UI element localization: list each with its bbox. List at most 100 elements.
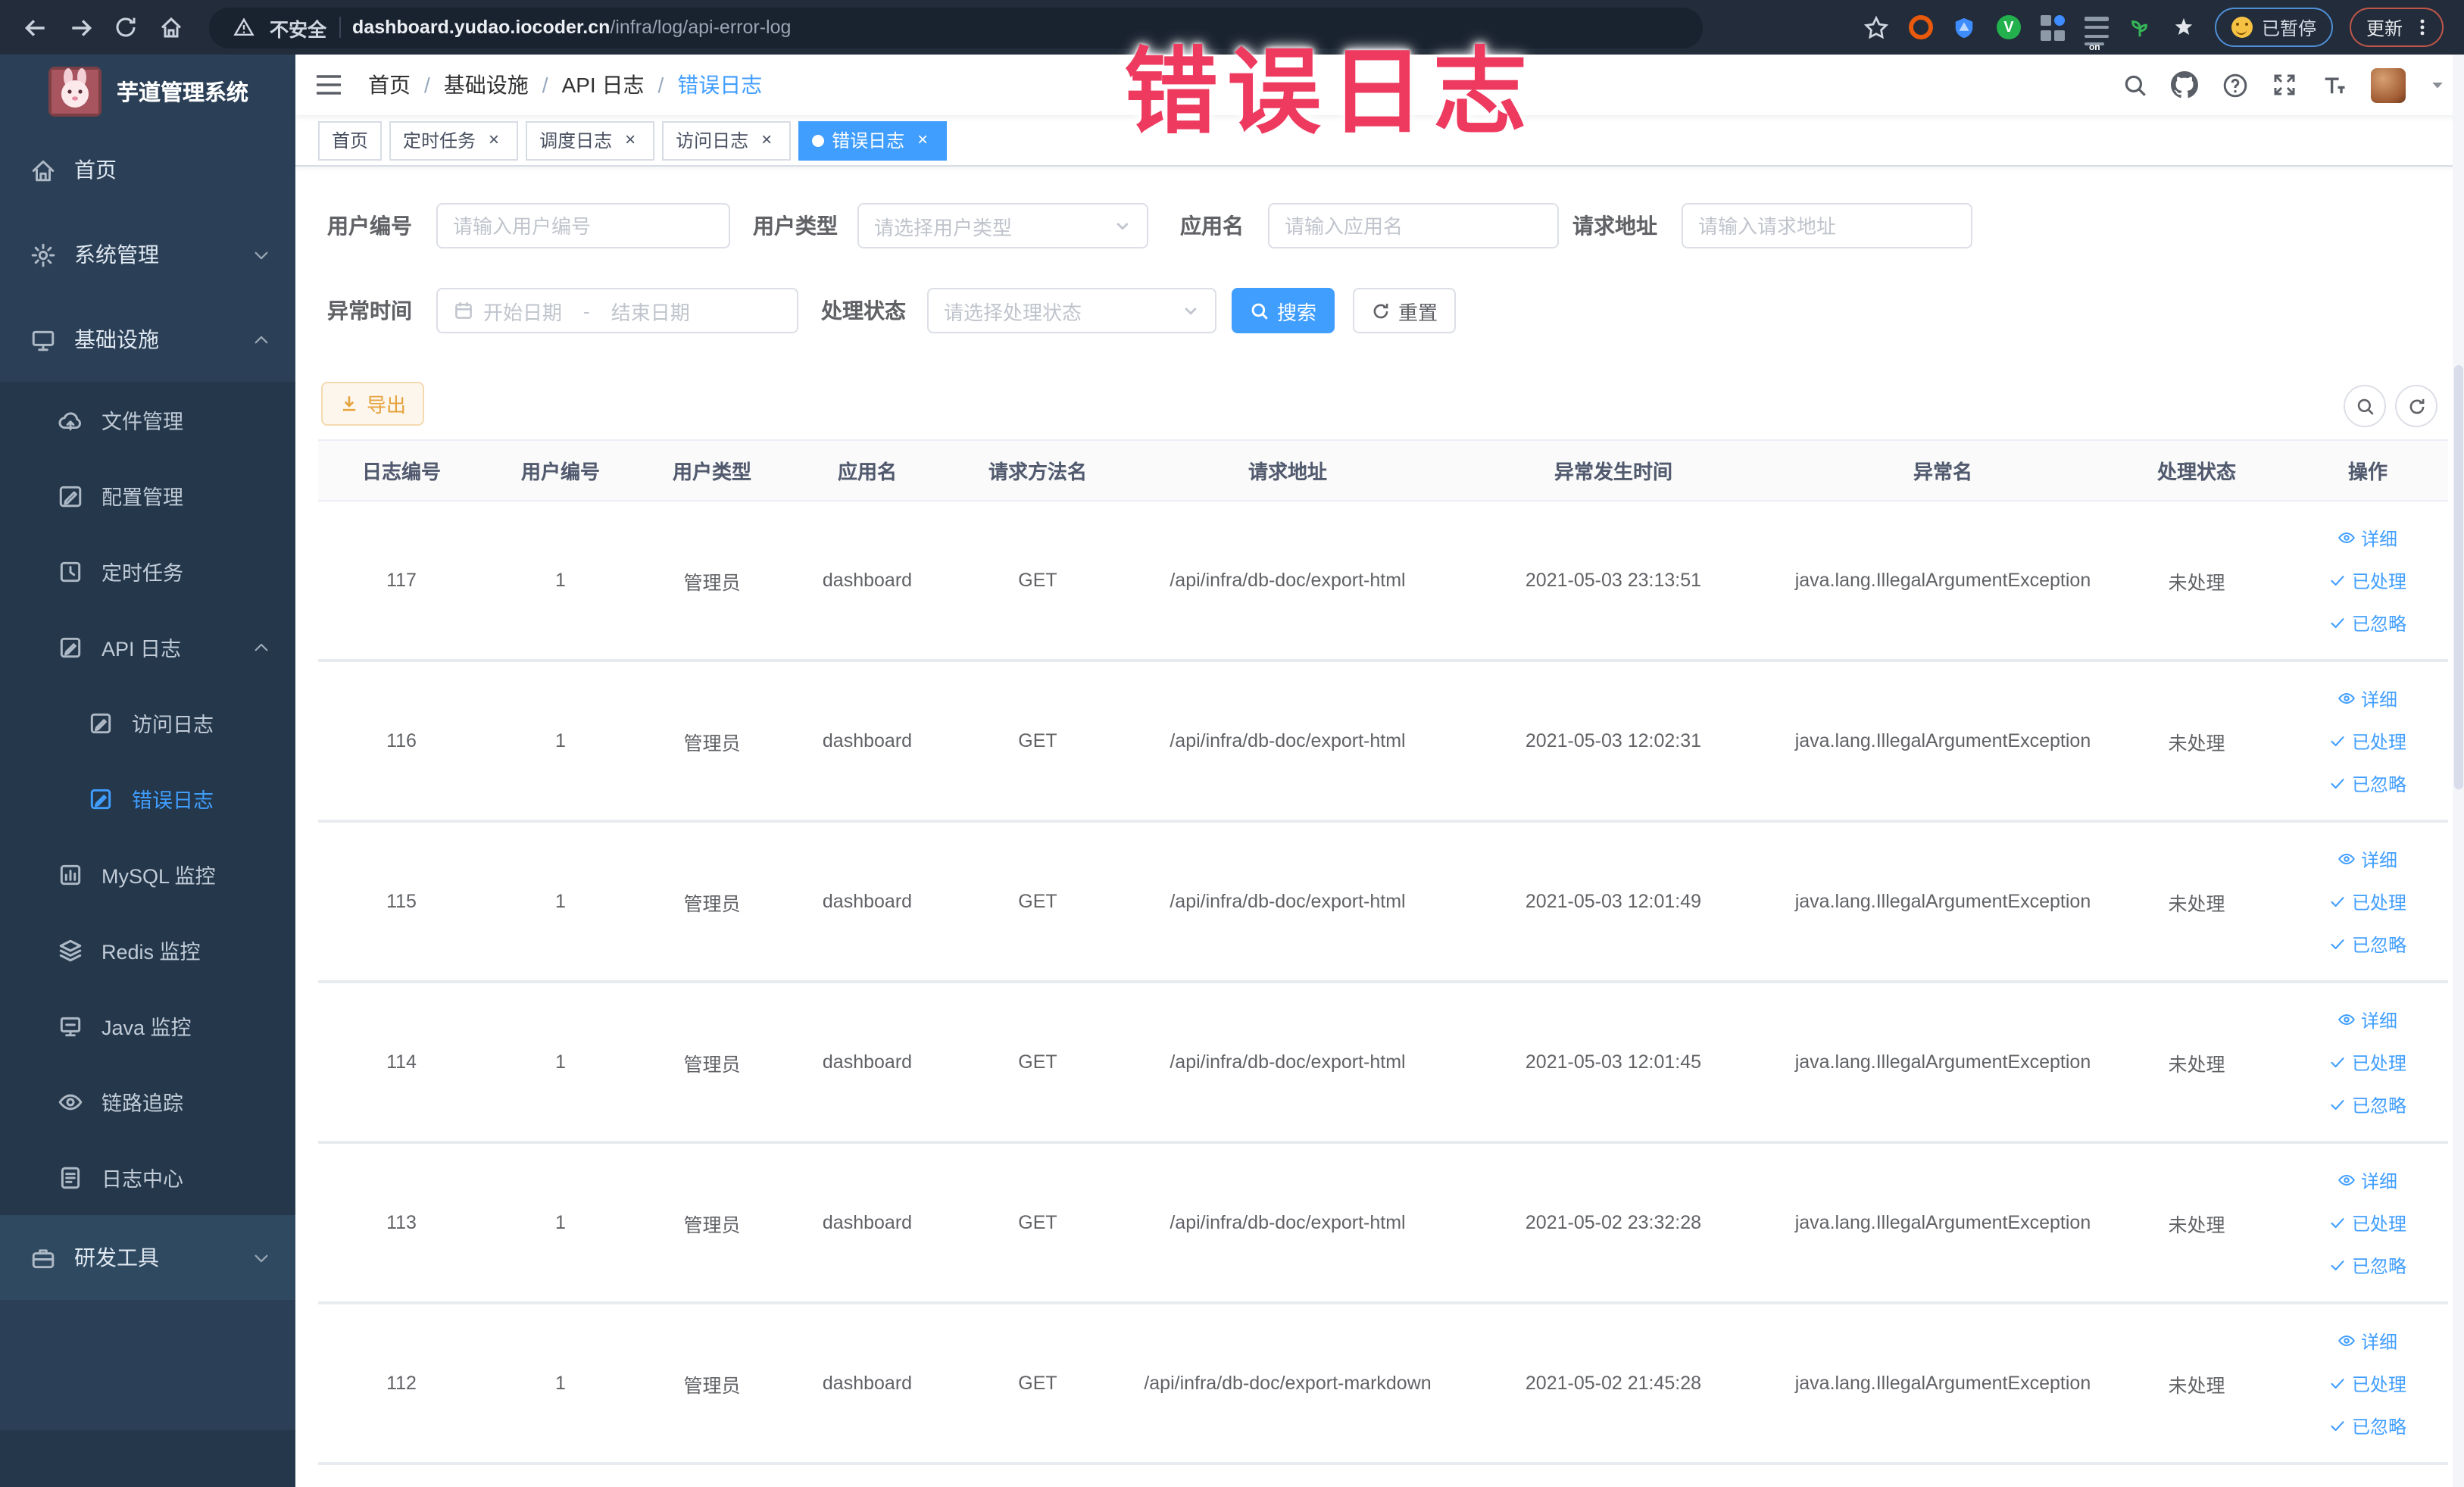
- user-avatar[interactable]: [2371, 67, 2406, 102]
- op-processed-link[interactable]: 已处理: [2329, 728, 2406, 754]
- bookmark-star-icon[interactable]: [1863, 14, 1891, 41]
- process-status-select[interactable]: 请选择处理状态: [927, 288, 1216, 333]
- cell-exception: java.lang.IllegalArgumentException: [1794, 1212, 2091, 1233]
- browser-menu-icon[interactable]: [2412, 17, 2433, 38]
- app-logo[interactable]: 芋道管理系统: [0, 55, 295, 127]
- search-toggle-button[interactable]: [2344, 385, 2386, 427]
- op-detail-link[interactable]: 详细: [2338, 686, 2397, 711]
- breadcrumb-item-0[interactable]: 首页: [368, 70, 411, 100]
- sidebar-item-1[interactable]: 系统管理: [0, 212, 295, 297]
- sidebar-item-3[interactable]: 文件管理: [0, 382, 295, 458]
- op-ignored-link[interactable]: 已忽略: [2329, 1413, 2406, 1439]
- fullscreen-icon[interactable]: [2271, 71, 2298, 98]
- extension-sprout-icon[interactable]: [2127, 14, 2154, 41]
- export-button[interactable]: 导出: [321, 382, 425, 426]
- scrollbar-thumb[interactable]: [2454, 365, 2463, 789]
- cell-user_id: 1: [555, 1212, 566, 1233]
- sidebar-item-8[interactable]: 错误日志: [0, 761, 295, 836]
- date-range-input[interactable]: 开始日期 - 结束日期: [436, 288, 798, 333]
- sidebar-item-6[interactable]: API 日志: [0, 609, 295, 685]
- cell-status: 未处理: [2168, 733, 2225, 754]
- github-icon[interactable]: [2171, 71, 2198, 98]
- op-processed-link[interactable]: 已处理: [2329, 889, 2406, 914]
- briefcase-icon: [30, 1245, 56, 1270]
- user-id-input[interactable]: [436, 203, 730, 248]
- back-icon[interactable]: [15, 8, 55, 47]
- sidebar-item-13[interactable]: 日志中心: [0, 1139, 295, 1215]
- sidebar-item-2[interactable]: 基础设施: [0, 297, 295, 382]
- cell-method: GET: [1018, 1373, 1057, 1394]
- reset-button[interactable]: 重置: [1353, 288, 1457, 333]
- extension-grid-icon[interactable]: [2039, 14, 2066, 41]
- op-ignored-link[interactable]: 已忽略: [2329, 770, 2406, 796]
- cell-status: 未处理: [2168, 1054, 2225, 1075]
- tab-1[interactable]: 定时任务 ×: [389, 120, 519, 160]
- sidebar-item-label: 定时任务: [101, 562, 183, 585]
- extension-orange-icon[interactable]: [1907, 14, 1935, 41]
- op-detail-link[interactable]: 详细: [2338, 1007, 2397, 1032]
- op-ignored-link[interactable]: 已忽略: [2329, 1252, 2406, 1278]
- font-size-icon[interactable]: [2321, 71, 2348, 98]
- column-header-2: 用户类型: [672, 461, 751, 483]
- op-ignored-link[interactable]: 已忽略: [2329, 610, 2406, 636]
- column-header-4: 请求方法名: [988, 461, 1087, 483]
- tab-3[interactable]: 访问日志 ×: [662, 120, 792, 160]
- sidebar-item-7[interactable]: 访问日志: [0, 685, 295, 761]
- sidebar-item-label: 基础设施: [74, 327, 159, 351]
- collapse-menu-icon[interactable]: [315, 73, 342, 97]
- breadcrumb-item-2[interactable]: API 日志: [562, 70, 645, 100]
- op-detail-link[interactable]: 详细: [2338, 846, 2397, 872]
- sidebar-item-11[interactable]: Java 监控: [0, 988, 295, 1064]
- app-name-input[interactable]: [1268, 203, 1559, 248]
- user-type-select[interactable]: 请选择用户类型: [857, 203, 1148, 248]
- help-icon[interactable]: [2221, 71, 2248, 98]
- extensions-puzzle-icon[interactable]: [2171, 14, 2198, 41]
- extension-green-icon[interactable]: V: [1995, 14, 2022, 41]
- sidebar-item-4[interactable]: 配置管理: [0, 458, 295, 533]
- op-processed-link[interactable]: 已处理: [2329, 1049, 2406, 1075]
- search-button[interactable]: 搜索: [1232, 288, 1335, 333]
- browser-update-button[interactable]: 更新: [2349, 8, 2444, 47]
- extension-shield-icon[interactable]: [1951, 14, 1978, 41]
- refresh-button[interactable]: [2395, 385, 2437, 427]
- op-processed-link[interactable]: 已处理: [2329, 1210, 2406, 1236]
- screen: 不安全 dashboard.yudao.iocoder.cn/infra/log…: [0, 0, 2464, 1487]
- op-ignored-link[interactable]: 已忽略: [2329, 931, 2406, 957]
- op-processed-link[interactable]: 已处理: [2329, 567, 2406, 593]
- sidebar-item-12[interactable]: 链路追踪: [0, 1064, 295, 1139]
- tab-4[interactable]: 错误日志 ×: [798, 120, 948, 160]
- tab-2[interactable]: 调度日志 ×: [526, 120, 655, 160]
- breadcrumb-item-1[interactable]: 基础设施: [444, 70, 529, 100]
- table-row-0: 117 1 管理员 dashboard GET/api/infra/db-doc/exp…: [318, 501, 2448, 662]
- sidebar-item-5[interactable]: 定时任务: [0, 533, 295, 609]
- chevron-down-icon[interactable]: [2428, 76, 2447, 94]
- warning-icon: [230, 14, 258, 41]
- search-icon[interactable]: [2121, 71, 2148, 98]
- sidebar-item-9[interactable]: MySQL 监控: [0, 836, 295, 912]
- cell-exception: java.lang.IllegalArgumentException: [1794, 730, 2091, 751]
- tab-close-icon[interactable]: ×: [912, 129, 933, 151]
- reload-icon[interactable]: [106, 8, 145, 47]
- tab-0[interactable]: 首页: [318, 120, 383, 160]
- tab-close-icon[interactable]: ×: [620, 129, 641, 151]
- home-icon[interactable]: [151, 8, 191, 47]
- security-label: 不安全: [270, 19, 327, 40]
- op-detail-link[interactable]: 详细: [2338, 1167, 2397, 1193]
- request-url-input[interactable]: [1682, 203, 1972, 248]
- op-processed-link[interactable]: 已处理: [2329, 1370, 2406, 1396]
- forward-icon[interactable]: [61, 8, 100, 47]
- cell-user_type: 管理员: [683, 572, 741, 593]
- sidebar-item-14[interactable]: 研发工具: [0, 1215, 295, 1300]
- tab-close-icon[interactable]: ×: [483, 129, 504, 151]
- op-ignored-link[interactable]: 已忽略: [2329, 1092, 2406, 1117]
- sidebar-item-0[interactable]: 首页: [0, 127, 295, 212]
- op-detail-link[interactable]: 详细: [2338, 525, 2397, 551]
- divider: [339, 17, 341, 38]
- paused-extension-badge[interactable]: 已暂停: [2214, 8, 2333, 47]
- extension-adblock-icon[interactable]: on: [2083, 14, 2110, 52]
- op-detail-link[interactable]: 详细: [2338, 1328, 2397, 1354]
- cell-url: /api/infra/db-doc/export-markdown: [1144, 1373, 1432, 1394]
- tab-close-icon[interactable]: ×: [756, 129, 777, 151]
- log-icon: [58, 634, 83, 660]
- sidebar-item-10[interactable]: Redis 监控: [0, 912, 295, 988]
